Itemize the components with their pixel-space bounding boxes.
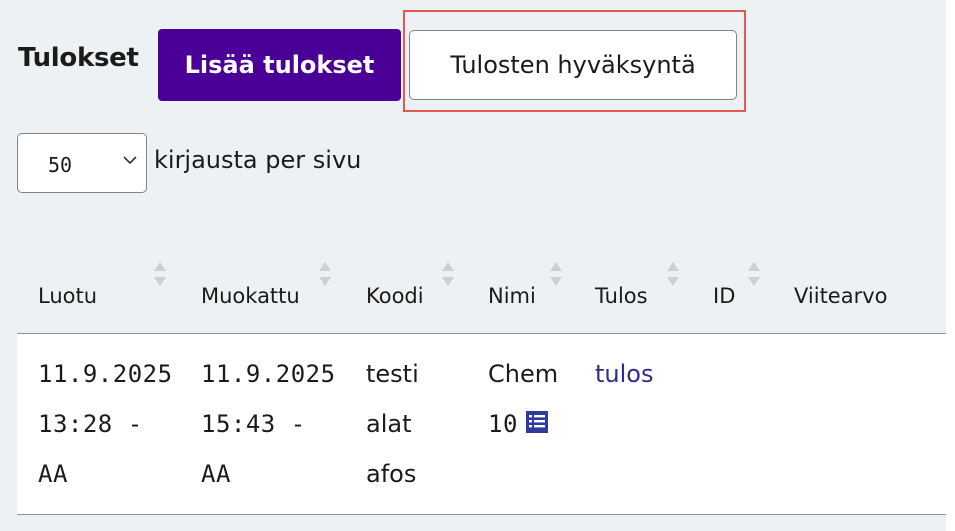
column-header-koodi[interactable]: Koodi [366, 284, 424, 308]
sort-icon[interactable] [666, 260, 680, 288]
cell-muokattu: 11.9.2025 15:43 - AA [201, 360, 336, 488]
per-page-value: 50 [48, 153, 73, 177]
add-results-button[interactable]: Lisää tulokset [158, 29, 401, 101]
column-header-muokattu[interactable]: Muokattu [201, 284, 300, 308]
sort-icon[interactable] [318, 260, 332, 288]
sort-icon[interactable] [747, 260, 761, 288]
approve-results-button[interactable]: Tulosten hyväksyntä [409, 30, 737, 100]
cell-koodi: testi alat afos [366, 360, 419, 488]
column-header-tulos[interactable]: Tulos [595, 284, 648, 308]
page-title: Tulokset [18, 43, 139, 73]
column-header-viitearvo[interactable]: Viitearvo [794, 284, 888, 308]
cell-luotu: 11.9.2025 13:28 - AA [38, 360, 173, 488]
sort-icon[interactable] [549, 260, 563, 288]
result-link[interactable]: tulos [595, 349, 653, 399]
column-header-nimi[interactable]: Nimi [488, 284, 536, 308]
sort-icon[interactable] [153, 260, 167, 288]
per-page-label: kirjausta per sivu [154, 146, 362, 174]
page-edge [946, 0, 955, 531]
cell-nimi: Chem 10 [488, 360, 559, 438]
list-details-icon[interactable] [524, 409, 550, 435]
column-header-luotu[interactable]: Luotu [38, 284, 97, 308]
sort-icon[interactable] [441, 260, 455, 288]
chevron-down-icon [123, 156, 137, 165]
column-header-id[interactable]: ID [713, 284, 735, 308]
table-bottom-divider [17, 514, 946, 515]
per-page-select[interactable]: 50 [17, 133, 147, 193]
